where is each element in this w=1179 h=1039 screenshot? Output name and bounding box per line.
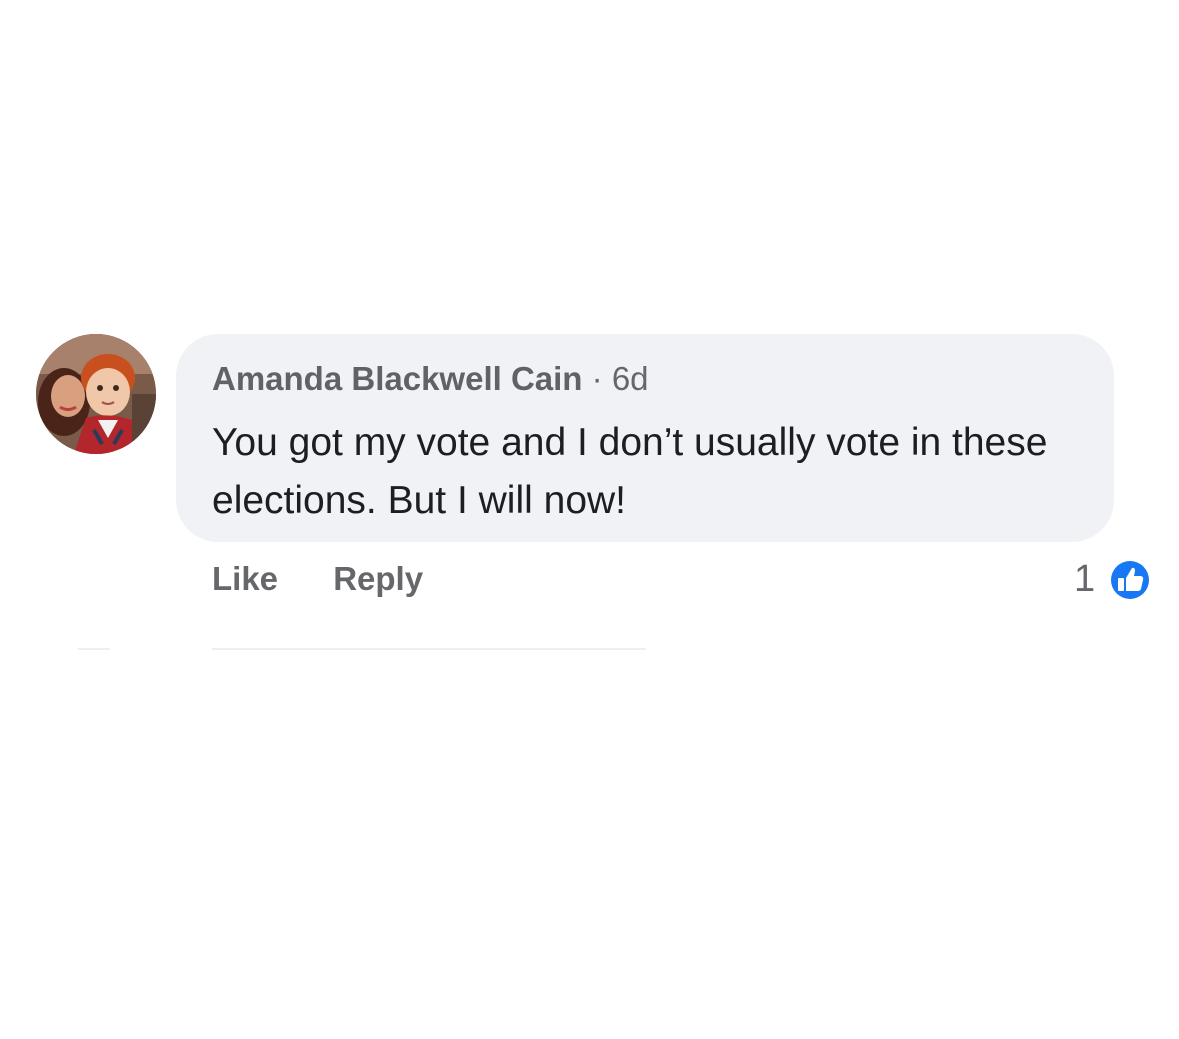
meta-separator: · [591, 360, 603, 397]
author-name[interactable]: Amanda Blackwell Cain [212, 360, 582, 397]
comment-text: You got my vote and I don’t usually vote… [212, 421, 1048, 522]
comment-timestamp[interactable]: 6d [612, 360, 649, 397]
next-comment-divider [212, 648, 646, 650]
comment-meta: Amanda Blackwell Cain · 6d [212, 360, 649, 398]
next-comment-divider [78, 648, 110, 650]
comment-item: Amanda Blackwell Cain · 6d You got my vo… [0, 0, 1179, 1039]
comment-actions: Like Reply [212, 560, 469, 598]
reaction-summary[interactable]: 1 [1070, 556, 1160, 606]
reply-button[interactable]: Reply [333, 560, 423, 598]
avatar[interactable] [36, 334, 156, 454]
comment-bubble: Amanda Blackwell Cain · 6d You got my vo… [176, 334, 1114, 542]
reaction-count: 1 [1074, 558, 1096, 600]
like-button[interactable]: Like [212, 560, 278, 598]
like-icon [1106, 556, 1154, 604]
